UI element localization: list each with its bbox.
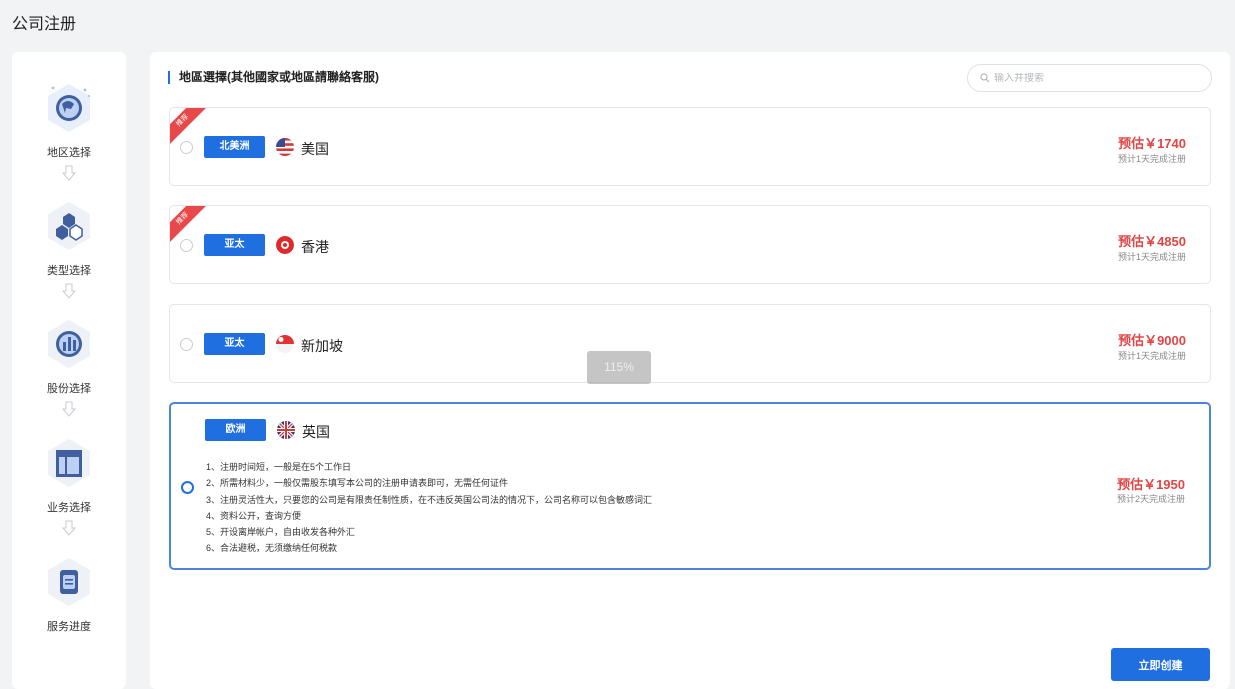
detail-item: 1、注册时间短，一般是在5个工作日 — [206, 462, 352, 472]
search-icon — [980, 73, 990, 83]
section-title: 地區選擇(其他國家或地區請聯絡客服) — [168, 71, 379, 84]
eta-text: 预计2天完成注册 — [1116, 494, 1185, 504]
create-now-button[interactable]: 立即创建 — [1111, 648, 1210, 681]
eta-text: 预计1天完成注册 — [1117, 351, 1186, 361]
region-tag: 亚太 — [204, 234, 265, 256]
eta-text: 预计1天完成注册 — [1117, 154, 1186, 164]
price-estimate: 预估￥4850 — [1118, 234, 1186, 249]
region-tag: 亚太 — [204, 333, 265, 355]
region-card-singapore[interactable]: 亚太 新加坡 预估￥9000 预计1天完成注册 — [169, 304, 1211, 383]
region-card-uk[interactable]: 欧洲 英国 1、注册时间短，一般是在5个工作日 2、所需材料少，一般仅需股东填写… — [169, 402, 1211, 570]
step-sidebar: 地区选择 类型选择 股份选择 业务选择 服务进度 — [12, 52, 126, 689]
step-label: 地区选择 — [47, 147, 91, 159]
region-tag: 北美洲 — [204, 136, 265, 158]
step-label: 股份选择 — [47, 383, 91, 395]
document-icon — [48, 558, 90, 606]
step-type[interactable]: 类型选择 — [12, 200, 126, 278]
step-shares[interactable]: 股份选择 — [12, 318, 126, 396]
zoom-indicator: 115% — [587, 351, 651, 384]
detail-item: 2、所需材料少，一般仅需股东填写本公司的注册申请表即可，无需任何证件 — [206, 478, 509, 489]
region-radio[interactable] — [181, 481, 194, 494]
search-box[interactable] — [967, 64, 1212, 92]
main-panel: 地區選擇(其他國家或地區請聯絡客服) 推荐 北美洲 美国 预估￥1740 预计1… — [150, 52, 1230, 689]
detail-item: 6、合法避税，无须缴纳任何税款 — [206, 543, 338, 554]
region-card-hongkong[interactable]: 推荐 亚太 香港 预估￥4850 预计1天完成注册 — [169, 205, 1211, 284]
detail-item: 3、注册灵活性大，只要您的公司是有限责任制性质，在不违反英国公司法的情况下，公司… — [206, 494, 653, 505]
us-flag-icon — [276, 138, 294, 156]
arrow-down-icon — [62, 283, 76, 299]
country-name: 香港 — [301, 239, 329, 255]
region-details: 1、注册时间短，一般是在5个工作日 2、所需材料少，一般仅需股东填写本公司的注册… — [206, 459, 652, 557]
price-estimate: 预估￥1740 — [1118, 136, 1186, 151]
eta-text: 预计1天完成注册 — [1117, 252, 1186, 262]
cubes-icon — [48, 202, 90, 250]
search-input[interactable] — [994, 72, 1194, 84]
country-name: 美国 — [301, 141, 329, 157]
detail-item: 5、开设离岸帐户，自由收发各种外汇 — [206, 527, 356, 538]
detail-item: 4、资料公开，查询方便 — [206, 510, 302, 521]
price-estimate: 预估￥9000 — [1118, 333, 1186, 348]
price-estimate: 预估￥1950 — [1117, 477, 1185, 492]
pie-chart-icon — [48, 320, 90, 368]
arrow-down-icon — [62, 401, 76, 417]
region-radio[interactable] — [180, 338, 193, 351]
layout-icon — [48, 439, 90, 487]
region-radio[interactable] — [180, 141, 193, 154]
step-region[interactable]: 地区选择 — [12, 82, 126, 160]
sg-flag-icon — [276, 335, 294, 353]
uk-flag-icon — [277, 421, 295, 439]
country-name: 英国 — [302, 424, 330, 440]
country-name: 新加坡 — [301, 338, 343, 354]
step-label: 业务选择 — [47, 502, 91, 514]
step-progress[interactable]: 服务进度 — [12, 556, 126, 634]
arrow-down-icon — [62, 520, 76, 536]
step-label: 服务进度 — [47, 621, 91, 633]
region-card-usa[interactable]: 推荐 北美洲 美国 预估￥1740 预计1天完成注册 — [169, 107, 1211, 186]
step-business[interactable]: 业务选择 — [12, 437, 126, 515]
step-label: 类型选择 — [47, 265, 91, 277]
globe-icon — [48, 84, 90, 132]
page-title: 公司注册 — [12, 16, 77, 33]
hk-flag-icon — [276, 236, 294, 254]
region-radio[interactable] — [180, 239, 193, 252]
region-tag: 欧洲 — [205, 419, 266, 441]
arrow-down-icon — [62, 165, 76, 181]
